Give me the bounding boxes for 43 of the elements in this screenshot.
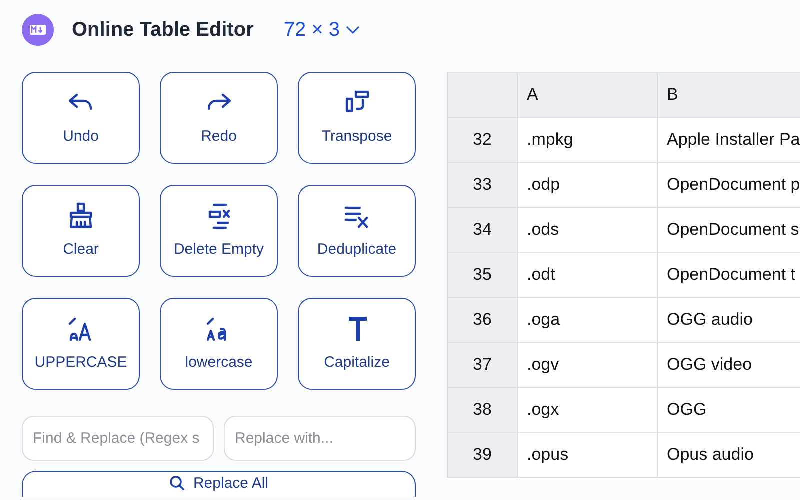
row-number: 38 [448,388,518,432]
table-cell: OGG [658,388,800,432]
row-number: 39 [448,432,518,478]
table-cell: Opus audio [658,432,800,478]
table-size-dropdown[interactable]: 72 × 3 [284,15,360,45]
action-button[interactable]: Delete Empty [160,185,278,277]
table-cell: OpenDocument s [658,208,800,252]
chevron-down-icon [346,25,360,35]
table-cell: OGG audio [658,298,800,342]
table-cell: .mpkg [518,118,658,162]
markdown-logo-icon [22,14,54,46]
row-number: 36 [448,298,518,342]
action-button[interactable]: Transpose [298,72,416,164]
table-cell: OpenDocument p [658,162,800,208]
row-number: 34 [448,208,518,252]
action-button[interactable]: UPPERCASE [22,298,140,390]
replace-field[interactable]: Replace with... [224,416,416,461]
column-header: B [658,72,800,118]
search-icon [169,475,186,491]
table-cell: .opus [518,432,658,478]
find-field[interactable]: Find & Replace (Regex s [22,416,214,461]
table-cell: .odt [518,252,658,298]
table-cell: OpenDocument t [658,252,800,298]
action-button[interactable]: Deduplicate [298,185,416,277]
table-cell: Apple Installer Pa [658,118,800,162]
action-button[interactable]: lowercase [160,298,278,390]
table-cell: .odp [518,162,658,208]
app-title: Online Table Editor [72,18,254,43]
row-number: 35 [448,252,518,298]
table-cell: .oga [518,298,658,342]
action-button[interactable]: Undo [22,72,140,164]
row-number: 33 [448,162,518,208]
action-button[interactable]: Redo [160,72,278,164]
action-button[interactable]: Capitalize [298,298,416,390]
action-button[interactable]: Clear [22,185,140,277]
row-number: 32 [448,118,518,162]
table-cell: .ogx [518,388,658,432]
table-cell: OGG video [658,342,800,388]
table-cell: .ogv [518,342,658,388]
table-cell: .ods [518,208,658,252]
row-number: 37 [448,342,518,388]
replace-all-button[interactable]: Replace All [22,471,416,497]
column-header: A [518,72,658,118]
